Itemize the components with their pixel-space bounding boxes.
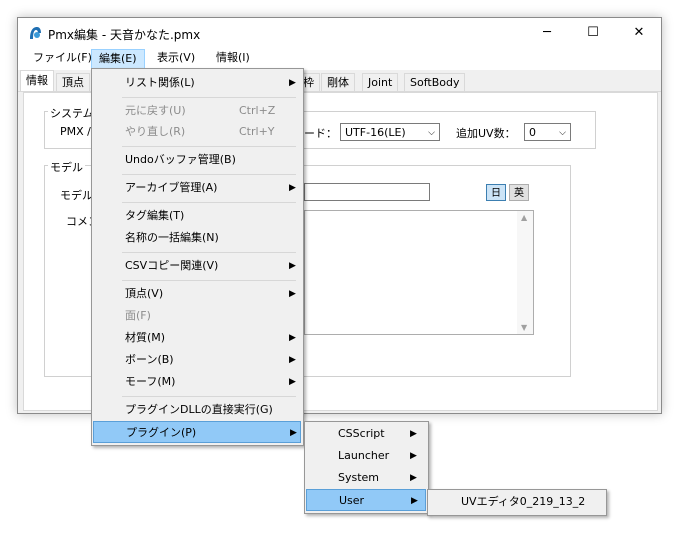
- menu-item: 元に戻す(U) Ctrl+Z: [93, 100, 301, 122]
- menu-separator: [122, 146, 296, 147]
- user-submenu: UVエディタ0_219_13_2: [427, 489, 607, 516]
- menu-item: 面(F): [93, 305, 301, 327]
- menu-item-label: アーカイブ管理(A): [125, 181, 218, 194]
- menu-item[interactable]: CSVコピー関連(V) ▶: [93, 255, 301, 277]
- menu-item[interactable]: Launcher ▶: [306, 445, 426, 467]
- submenu-arrow-icon: ▶: [289, 261, 296, 271]
- pmx-version-label: PMX /: [60, 125, 91, 138]
- menu-item[interactable]: 名称の一括編集(N): [93, 227, 301, 249]
- menu-item-label: タグ編集(T): [125, 209, 185, 222]
- scroll-down-icon[interactable]: ▼: [521, 323, 527, 332]
- submenu-arrow-icon: ▶: [411, 496, 418, 506]
- model-group-label: モデル: [48, 159, 85, 175]
- menu-item[interactable]: Undoバッファ管理(B): [93, 149, 301, 171]
- minimize-button[interactable]: ─: [524, 18, 570, 48]
- menu-separator: [122, 202, 296, 203]
- menu-item-label: プラグイン(P): [126, 426, 197, 439]
- menu-item-label: User: [339, 494, 365, 507]
- menu-item[interactable]: プラグイン(P) ▶: [93, 421, 301, 443]
- scroll-up-icon[interactable]: ▲: [521, 213, 527, 222]
- menu-item-label: やり直し(R): [125, 125, 186, 138]
- submenu-arrow-icon: ▶: [290, 428, 297, 438]
- menu-file[interactable]: ファイル(F): [26, 48, 99, 68]
- menu-separator: [122, 252, 296, 253]
- submenu-arrow-icon: ▶: [289, 377, 296, 387]
- plugin-submenu: CSScript ▶ Launcher ▶ System ▶ User ▶: [304, 421, 429, 514]
- menu-item[interactable]: CSScript ▶: [306, 423, 426, 445]
- menu-item-label: 名称の一括編集(N): [125, 231, 219, 244]
- menu-item-label: 面(F): [125, 309, 151, 322]
- menu-item-label: UVエディタ0_219_13_2: [461, 495, 586, 508]
- close-button[interactable]: ✕: [616, 18, 662, 48]
- menu-item[interactable]: 材質(M) ▶: [93, 327, 301, 349]
- menu-item[interactable]: 頂点(V) ▶: [93, 283, 301, 305]
- menu-item-label: ボーン(B): [125, 353, 174, 366]
- model-name-input[interactable]: [304, 183, 430, 201]
- menu-item[interactable]: タグ編集(T): [93, 205, 301, 227]
- tab-joint[interactable]: Joint: [362, 73, 399, 91]
- add-uv-select[interactable]: 0 ⌵: [524, 123, 571, 141]
- menu-item[interactable]: モーフ(M) ▶: [93, 371, 301, 393]
- submenu-arrow-icon: ▶: [410, 429, 417, 439]
- menu-item-label: 元に戻す(U): [125, 104, 186, 117]
- menu-item-label: Undoバッファ管理(B): [125, 153, 236, 166]
- menu-item-shortcut: Ctrl+Z: [239, 104, 276, 117]
- tab-info[interactable]: 情報: [20, 70, 54, 91]
- language-en-button[interactable]: 英: [509, 184, 529, 201]
- menu-item-shortcut: Ctrl+Y: [239, 125, 275, 138]
- menu-info[interactable]: 情報(I): [209, 48, 257, 68]
- tab-rigidbody[interactable]: 剛体: [321, 73, 355, 91]
- menu-item-label: 頂点(V): [125, 287, 164, 300]
- tab-vertex[interactable]: 頂点: [56, 73, 90, 91]
- menu-separator: [122, 280, 296, 281]
- window-title: Pmx編集 - 天音かなた.pmx: [48, 28, 201, 42]
- menu-item[interactable]: プラグインDLLの直接実行(G): [93, 399, 301, 421]
- menu-item-label: System: [338, 471, 380, 484]
- submenu-arrow-icon: ▶: [289, 355, 296, 365]
- system-group-label: システム: [48, 105, 96, 121]
- chevron-down-icon: ⌵: [428, 128, 435, 138]
- menu-item-label: Launcher: [338, 449, 390, 462]
- encode-label: ード：: [304, 127, 337, 140]
- menu-item-label: CSVコピー関連(V): [125, 259, 219, 272]
- menu-item-label: リスト関係(L): [125, 76, 195, 89]
- menu-item[interactable]: System ▶: [306, 467, 426, 489]
- submenu-arrow-icon: ▶: [289, 333, 296, 343]
- submenu-arrow-icon: ▶: [289, 289, 296, 299]
- tab-softbody[interactable]: SoftBody: [404, 73, 466, 91]
- add-uv-label: 追加UV数：: [456, 127, 516, 140]
- menu-bar: ファイル(F) 編集(E) 表示(V) 情報(I): [18, 48, 661, 70]
- submenu-arrow-icon: ▶: [410, 451, 417, 461]
- title-bar[interactable]: Pmx編集 - 天音かなた.pmx ─ ☐ ✕: [18, 18, 661, 48]
- menu-item[interactable]: アーカイブ管理(A) ▶: [93, 177, 301, 199]
- maximize-button[interactable]: ☐: [570, 18, 616, 48]
- chevron-down-icon: ⌵: [559, 128, 566, 138]
- menu-edit[interactable]: 編集(E): [91, 49, 145, 69]
- submenu-arrow-icon: ▶: [289, 78, 296, 88]
- encode-value: UTF-16(LE): [345, 126, 406, 139]
- language-jp-button[interactable]: 日: [486, 184, 506, 201]
- menu-item-label: 材質(M): [125, 331, 166, 344]
- app-icon: [30, 27, 41, 39]
- encode-select[interactable]: UTF-16(LE) ⌵: [340, 123, 440, 141]
- comment-scrollbar[interactable]: ▲ ▼: [517, 211, 533, 334]
- menu-view[interactable]: 表示(V): [150, 48, 202, 68]
- menu-separator: [122, 174, 296, 175]
- menu-item[interactable]: リスト関係(L) ▶: [93, 72, 301, 94]
- menu-item[interactable]: User ▶: [306, 489, 426, 511]
- edit-menu: リスト関係(L) ▶ 元に戻す(U) Ctrl+Z やり直し(R) Ctrl+Y Undoバ…: [91, 68, 304, 446]
- add-uv-value: 0: [529, 126, 536, 139]
- menu-item[interactable]: UVエディタ0_219_13_2: [429, 491, 604, 513]
- comment-textarea[interactable]: ▲ ▼: [304, 210, 534, 335]
- menu-item[interactable]: ボーン(B) ▶: [93, 349, 301, 371]
- submenu-arrow-icon: ▶: [410, 473, 417, 483]
- menu-item: やり直し(R) Ctrl+Y: [93, 121, 301, 143]
- menu-item-label: モーフ(M): [125, 375, 176, 388]
- menu-separator: [122, 97, 296, 98]
- menu-separator: [122, 396, 296, 397]
- menu-item-label: CSScript: [338, 427, 385, 440]
- submenu-arrow-icon: ▶: [289, 183, 296, 193]
- menu-item-label: プラグインDLLの直接実行(G): [125, 403, 273, 416]
